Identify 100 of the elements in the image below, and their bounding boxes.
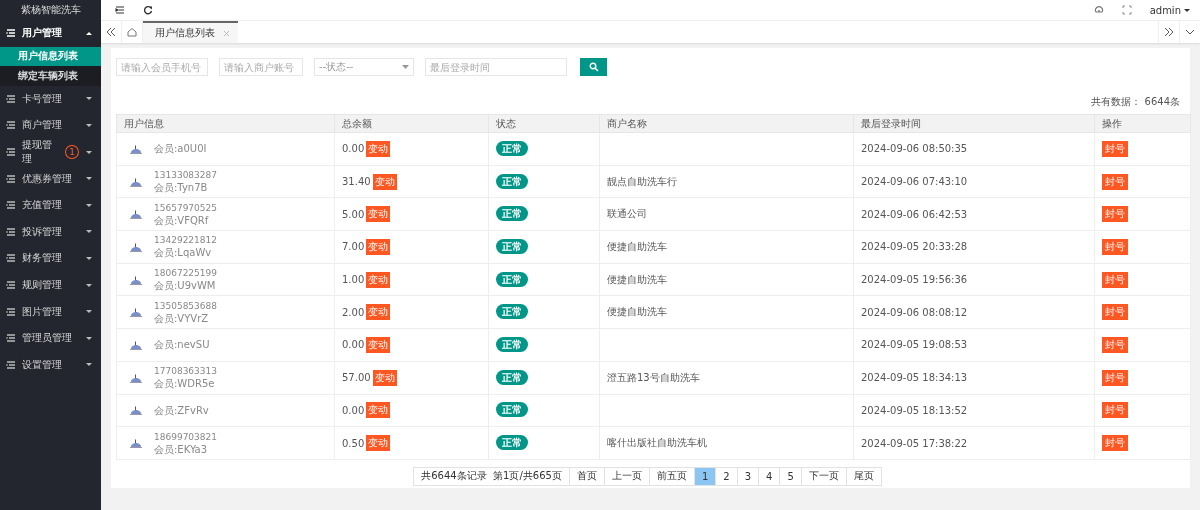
sidebar-item-label: 财务管理 bbox=[22, 251, 62, 266]
sidebar-item[interactable]: 设置管理 bbox=[0, 351, 101, 379]
merchant-name: 联通公司 bbox=[607, 208, 647, 220]
tab[interactable]: 用户信息列表 bbox=[143, 21, 238, 43]
status-badge: 正常 bbox=[496, 402, 528, 418]
column-header: 操作 bbox=[1094, 114, 1191, 133]
sidebar-item[interactable]: 商户管理 bbox=[0, 112, 101, 139]
caret-icon bbox=[85, 201, 93, 209]
menu-icon bbox=[6, 333, 16, 344]
menu-icon bbox=[6, 93, 16, 104]
table-cell: 2024-09-06 06:42:53 bbox=[853, 197, 1095, 231]
sidebar-item-label: 图片管理 bbox=[22, 304, 62, 319]
sidebar-item-label: 商户管理 bbox=[22, 118, 62, 133]
caret-icon bbox=[85, 95, 93, 103]
search-button[interactable] bbox=[580, 58, 607, 76]
menu-icon bbox=[6, 147, 16, 158]
menu-icon bbox=[6, 173, 16, 184]
menu-icon bbox=[6, 253, 16, 264]
page-link[interactable]: 上一页 bbox=[603, 466, 650, 486]
status-badge: 正常 bbox=[496, 238, 528, 254]
table-cell: 2024-09-05 17:38:22 bbox=[853, 426, 1095, 460]
caret-icon bbox=[85, 29, 93, 37]
sidebar-item[interactable]: 充值管理 bbox=[0, 191, 101, 219]
merchant-name: 喀什出版社自助洗车机 bbox=[607, 437, 707, 449]
sidebar-item-label: 用户管理 bbox=[22, 26, 62, 41]
sidebar-item[interactable]: 卡号管理 bbox=[0, 85, 101, 113]
sidebar-subitem[interactable]: 绑定车辆列表 bbox=[0, 66, 101, 86]
status-badge: 正常 bbox=[496, 173, 528, 189]
page-number[interactable]: 5 bbox=[779, 466, 802, 486]
page-link[interactable]: 尾页 bbox=[845, 466, 882, 486]
user-nickname: 会员:LqaWv bbox=[154, 247, 213, 259]
status-badge: 正常 bbox=[496, 304, 528, 320]
balance: 31.40 bbox=[342, 176, 371, 188]
user-nickname: 会员:ZFvRv bbox=[154, 404, 209, 416]
status-badge: 正常 bbox=[496, 140, 528, 156]
table-cell: 2024-09-05 18:34:13 bbox=[853, 361, 1095, 394]
scroll-right-icon[interactable] bbox=[1164, 27, 1174, 37]
merchant-name: 靓点自助洗车行 bbox=[607, 175, 677, 187]
sidebar-item-label: 优惠券管理 bbox=[22, 171, 72, 186]
menu-toggle-icon[interactable] bbox=[115, 5, 125, 15]
chevron-down-icon[interactable] bbox=[1185, 27, 1195, 37]
user-nickname: 会员:nevSU bbox=[154, 339, 210, 351]
sidebar-item[interactable]: 用户管理 bbox=[0, 20, 101, 47]
column-header: 状态 bbox=[488, 114, 600, 133]
caret-icon bbox=[85, 228, 93, 236]
caret-icon bbox=[85, 334, 93, 342]
user-nickname: 会员:U9vWM bbox=[154, 280, 217, 292]
page-link[interactable]: 首页 bbox=[568, 466, 605, 486]
user-nickname: 会员:a0U0I bbox=[154, 143, 207, 155]
refresh-icon[interactable] bbox=[143, 5, 153, 15]
column-header: 总余额 bbox=[334, 114, 489, 133]
table-cell: 2024-09-05 18:13:52 bbox=[853, 394, 1095, 427]
merchant-input[interactable]: 请输入商户账号 bbox=[219, 58, 303, 76]
sidebar-item-label: 卡号管理 bbox=[22, 91, 62, 106]
login-time-input[interactable]: 最后登录时间 bbox=[425, 58, 567, 76]
sidebar-subitem[interactable]: 用户信息列表 bbox=[0, 46, 101, 67]
sidebar-item[interactable]: 管理员管理 bbox=[0, 324, 101, 352]
sidebar-item[interactable]: 提现管理 1 bbox=[0, 138, 101, 166]
user-nickname: 会员:Tyn7B bbox=[154, 182, 209, 194]
home-icon[interactable] bbox=[127, 27, 137, 37]
sidebar-item[interactable]: 图片管理 bbox=[0, 298, 101, 325]
sidebar-item[interactable]: 优惠券管理 bbox=[0, 165, 101, 192]
balance: 0.00 bbox=[342, 404, 365, 416]
merchant-name: 便捷自助洗车 bbox=[607, 306, 667, 318]
user-menu[interactable]: admin bbox=[1149, 4, 1190, 16]
caret-icon bbox=[85, 254, 93, 262]
sidebar-item[interactable]: 投诉管理 bbox=[0, 218, 101, 246]
caret-icon bbox=[85, 308, 93, 316]
user-nickname: 会员:WDR5e bbox=[154, 378, 216, 390]
page-number[interactable]: 2 bbox=[715, 466, 738, 486]
page-number[interactable]: 4 bbox=[758, 466, 781, 486]
table-cell: 2024-09-06 07:43:10 bbox=[853, 165, 1095, 198]
balance: 2.00 bbox=[342, 306, 365, 318]
sidebar-item-label: 设置管理 bbox=[22, 357, 62, 372]
caret-icon bbox=[1184, 7, 1190, 13]
sidebar-item[interactable]: 财务管理 bbox=[0, 245, 101, 272]
page-link[interactable]: 下一页 bbox=[800, 466, 847, 486]
sidebar-item-label: 投诉管理 bbox=[22, 224, 62, 239]
status-badge: 正常 bbox=[496, 336, 528, 352]
table-cell: 2024-09-06 08:08:12 bbox=[853, 295, 1095, 329]
user-phone: 18067225199 bbox=[154, 268, 217, 280]
sidebar-item-label: 提现管理 bbox=[22, 138, 53, 167]
status-badge: 正常 bbox=[496, 271, 528, 287]
menu-icon bbox=[6, 280, 16, 291]
table-cell: 2024-09-05 19:08:53 bbox=[853, 328, 1095, 362]
table-cell: 2024-09-05 20:33:28 bbox=[853, 230, 1095, 264]
balance: 57.00 bbox=[342, 372, 371, 384]
caret-icon bbox=[402, 65, 409, 69]
sidebar-item-label: 管理员管理 bbox=[22, 331, 72, 346]
balance: 7.00 bbox=[342, 241, 365, 253]
user-phone: 15657970525 bbox=[154, 202, 217, 214]
scroll-left-icon[interactable] bbox=[106, 27, 116, 37]
balance: 0.00 bbox=[342, 339, 365, 351]
app-title: 紫杨智能洗车 bbox=[19, 3, 82, 17]
menu-icon bbox=[6, 200, 16, 211]
merchant-name: 澄五路13号自助洗车 bbox=[607, 371, 700, 383]
user-phone: 13133083287 bbox=[154, 170, 217, 182]
phone-input[interactable]: 请输入会员手机号 bbox=[116, 58, 208, 76]
page-link[interactable]: 前五页 bbox=[648, 466, 695, 486]
sidebar-item[interactable]: 规则管理 bbox=[0, 271, 101, 299]
